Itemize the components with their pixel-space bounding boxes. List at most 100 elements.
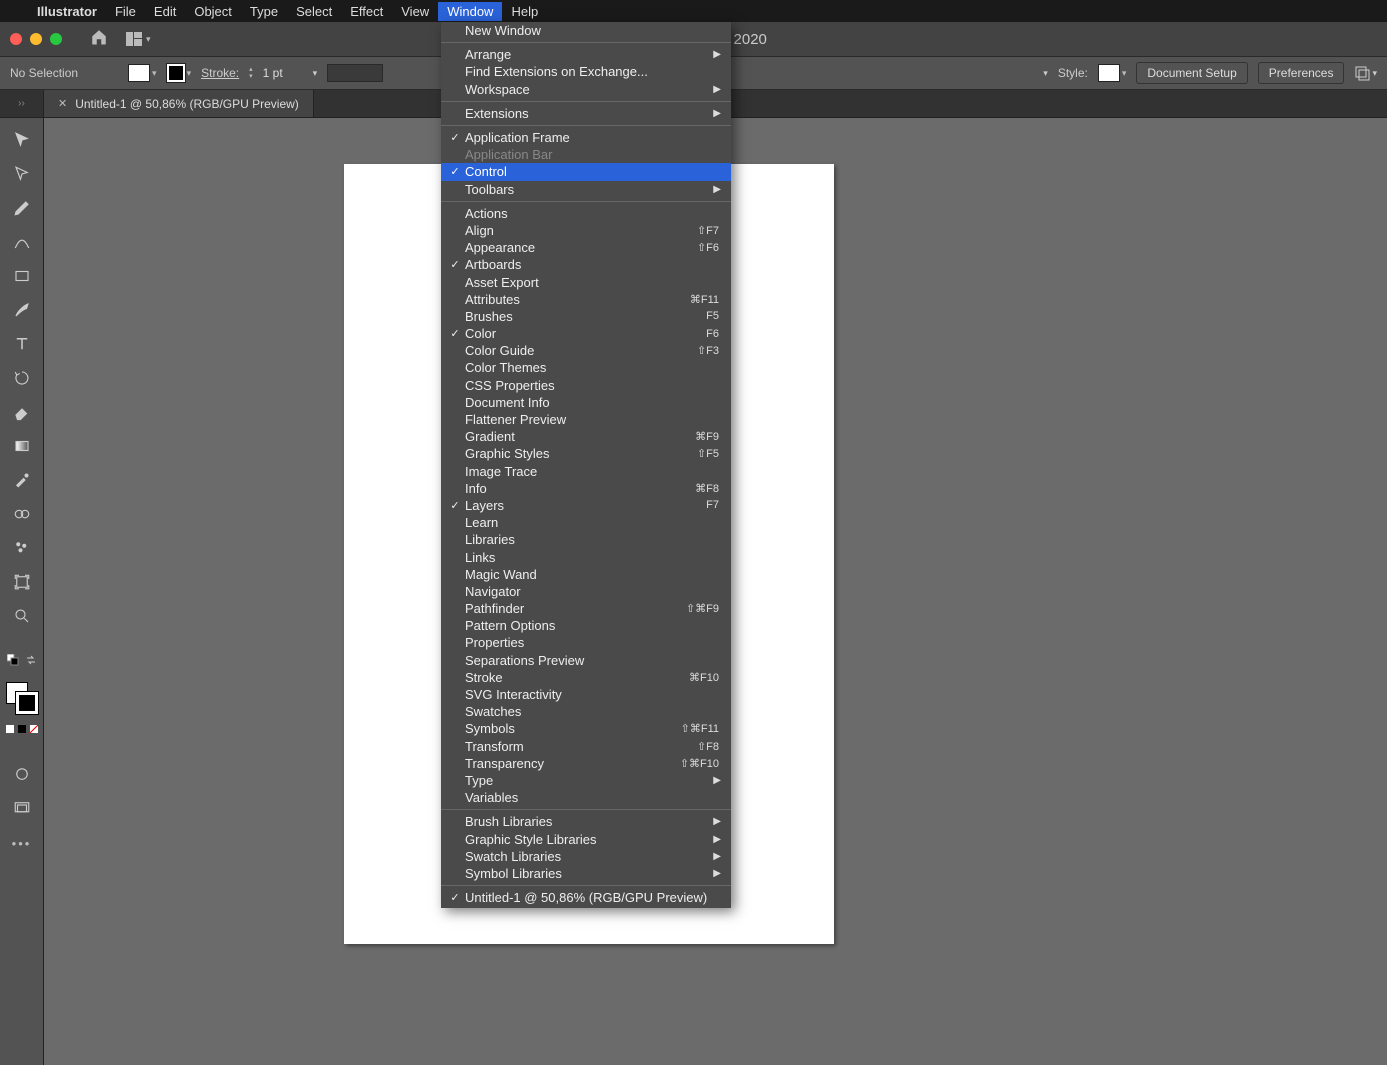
menu-file[interactable]: File: [106, 2, 145, 21]
menu-view[interactable]: View: [392, 2, 438, 21]
menuitem-find-extensions-on-exchange[interactable]: Find Extensions on Exchange...: [441, 63, 731, 80]
menuitem-toolbars[interactable]: Toolbars▶: [441, 181, 731, 198]
menuitem-pattern-options[interactable]: Pattern Options: [441, 617, 731, 634]
menuitem-variables[interactable]: Variables: [441, 789, 731, 806]
chevron-down-icon[interactable]: ▾: [313, 68, 318, 79]
brush-definition-dropdown[interactable]: [327, 64, 383, 82]
eyedropper-tool[interactable]: [10, 468, 34, 492]
menuitem-appearance[interactable]: Appearance⇧F6: [441, 239, 731, 256]
paintbrush-tool[interactable]: [10, 298, 34, 322]
menuitem-properties[interactable]: Properties: [441, 634, 731, 651]
menuitem-image-trace[interactable]: Image Trace: [441, 463, 731, 480]
default-fill-stroke-icon[interactable]: [7, 654, 19, 666]
menuitem-symbol-libraries[interactable]: Symbol Libraries▶: [441, 865, 731, 882]
menuitem-color[interactable]: ✓ColorF6: [441, 325, 731, 342]
artboard-tool[interactable]: [10, 570, 34, 594]
type-tool[interactable]: [10, 332, 34, 356]
workspace-switcher[interactable]: ▾: [126, 32, 151, 46]
window-zoom-button[interactable]: [50, 33, 62, 45]
menuitem-svg-interactivity[interactable]: SVG Interactivity: [441, 686, 731, 703]
menuitem-extensions[interactable]: Extensions▶: [441, 105, 731, 122]
stroke-color[interactable]: [16, 692, 38, 714]
menuitem-navigator[interactable]: Navigator: [441, 583, 731, 600]
blend-tool[interactable]: [10, 502, 34, 526]
menuitem-control[interactable]: ✓Control: [441, 163, 731, 180]
stroke-stepper[interactable]: ▴▾: [249, 66, 253, 80]
menu-help[interactable]: Help: [502, 2, 547, 21]
menuitem-actions[interactable]: Actions: [441, 205, 731, 222]
document-setup-button[interactable]: Document Setup: [1136, 62, 1247, 84]
chevron-down-icon[interactable]: ▾: [1043, 68, 1048, 79]
menuitem-swatch-libraries[interactable]: Swatch Libraries▶: [441, 848, 731, 865]
menuitem-document-info[interactable]: Document Info: [441, 394, 731, 411]
zoom-tool[interactable]: [10, 604, 34, 628]
menuitem-layers[interactable]: ✓LayersF7: [441, 497, 731, 514]
rotate-tool[interactable]: [10, 366, 34, 390]
menu-illustrator[interactable]: Illustrator: [28, 2, 106, 21]
stroke-weight-input[interactable]: 1 pt: [263, 66, 303, 80]
menuitem-new-window[interactable]: New Window: [441, 22, 731, 39]
fill-stroke-control[interactable]: [6, 682, 38, 714]
menuitem-flattener-preview[interactable]: Flattener Preview: [441, 411, 731, 428]
preferences-button[interactable]: Preferences: [1258, 62, 1345, 84]
panel-toggle[interactable]: ››: [0, 90, 44, 117]
menuitem-artboards[interactable]: ✓Artboards: [441, 256, 731, 273]
rectangle-tool[interactable]: [10, 264, 34, 288]
menuitem-untitled-1-50-86-rgb-gpu-preview[interactable]: ✓Untitled-1 @ 50,86% (RGB/GPU Preview): [441, 889, 731, 906]
screen-mode-icon[interactable]: [10, 796, 34, 820]
menuitem-pathfinder[interactable]: Pathfinder⇧⌘F9: [441, 600, 731, 617]
stroke-swatch-dropdown[interactable]: ▾: [167, 64, 192, 82]
curvature-tool[interactable]: [10, 230, 34, 254]
menuitem-asset-export[interactable]: Asset Export: [441, 273, 731, 290]
direct-selection-tool[interactable]: [10, 162, 34, 186]
menuitem-css-properties[interactable]: CSS Properties: [441, 377, 731, 394]
menuitem-attributes[interactable]: Attributes⌘F11: [441, 291, 731, 308]
eraser-tool[interactable]: [10, 400, 34, 424]
menu-type[interactable]: Type: [241, 2, 287, 21]
menuitem-graphic-styles[interactable]: Graphic Styles⇧F5: [441, 445, 731, 462]
edit-toolbar-button[interactable]: •••: [12, 836, 32, 851]
menuitem-magic-wand[interactable]: Magic Wand: [441, 566, 731, 583]
menuitem-application-frame[interactable]: ✓Application Frame: [441, 129, 731, 146]
draw-mode-icon[interactable]: [10, 762, 34, 786]
color-mode-gradient[interactable]: [17, 724, 27, 734]
menuitem-color-themes[interactable]: Color Themes: [441, 359, 731, 376]
menuitem-brush-libraries[interactable]: Brush Libraries▶: [441, 813, 731, 830]
fill-swatch-dropdown[interactable]: ▾: [128, 64, 157, 82]
window-minimize-button[interactable]: [30, 33, 42, 45]
document-tab[interactable]: ✕ Untitled-1 @ 50,86% (RGB/GPU Preview): [44, 90, 314, 117]
menuitem-symbols[interactable]: Symbols⇧⌘F11: [441, 720, 731, 737]
stroke-label[interactable]: Stroke:: [201, 66, 239, 80]
menu-select[interactable]: Select: [287, 2, 341, 21]
menuitem-brushes[interactable]: BrushesF5: [441, 308, 731, 325]
close-icon[interactable]: ✕: [58, 97, 67, 110]
menuitem-gradient[interactable]: Gradient⌘F9: [441, 428, 731, 445]
graphic-style-dropdown[interactable]: ▾: [1098, 64, 1127, 82]
window-close-button[interactable]: [10, 33, 22, 45]
symbol-sprayer-tool[interactable]: [10, 536, 34, 560]
swap-fill-stroke-icon[interactable]: [25, 654, 37, 666]
menu-effect[interactable]: Effect: [341, 2, 392, 21]
menuitem-transparency[interactable]: Transparency⇧⌘F10: [441, 755, 731, 772]
menuitem-align[interactable]: Align⇧F7: [441, 222, 731, 239]
menuitem-transform[interactable]: Transform⇧F8: [441, 738, 731, 755]
selection-tool[interactable]: [10, 128, 34, 152]
menuitem-separations-preview[interactable]: Separations Preview: [441, 652, 731, 669]
menuitem-stroke[interactable]: Stroke⌘F10: [441, 669, 731, 686]
pen-tool[interactable]: [10, 196, 34, 220]
menuitem-links[interactable]: Links: [441, 548, 731, 565]
gradient-tool[interactable]: [10, 434, 34, 458]
menuitem-workspace[interactable]: Workspace▶: [441, 81, 731, 98]
menuitem-graphic-style-libraries[interactable]: Graphic Style Libraries▶: [441, 830, 731, 847]
color-mode-solid[interactable]: [5, 724, 15, 734]
menu-object[interactable]: Object: [185, 2, 241, 21]
menuitem-arrange[interactable]: Arrange▶: [441, 46, 731, 63]
menuitem-color-guide[interactable]: Color Guide⇧F3: [441, 342, 731, 359]
menuitem-type[interactable]: Type▶: [441, 772, 731, 789]
menu-window[interactable]: Window: [438, 2, 502, 21]
home-icon[interactable]: [90, 28, 108, 51]
menu-edit[interactable]: Edit: [145, 2, 185, 21]
menuitem-info[interactable]: Info⌘F8: [441, 480, 731, 497]
menuitem-swatches[interactable]: Swatches: [441, 703, 731, 720]
menuitem-learn[interactable]: Learn: [441, 514, 731, 531]
